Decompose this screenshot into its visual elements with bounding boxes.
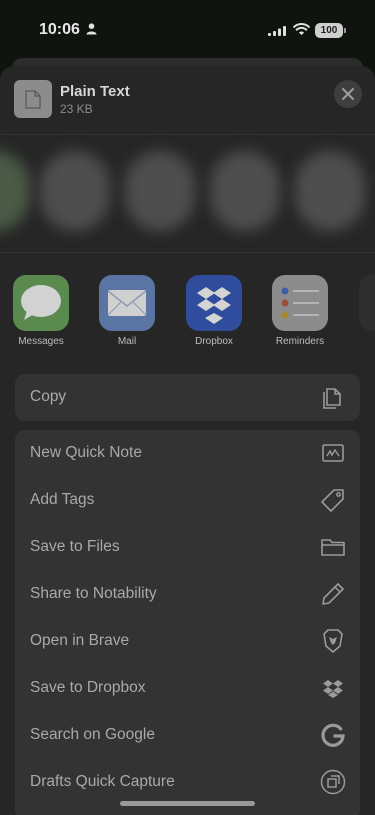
mail-app-icon [99, 275, 155, 331]
airdrop-contact[interactable] [40, 151, 110, 231]
wifi-icon [293, 23, 310, 35]
reminders-icon [281, 287, 319, 319]
messages-icon [21, 285, 61, 320]
action-label: Save to Files [30, 538, 120, 555]
dropbox-icon [323, 680, 343, 698]
app-label: Mail [117, 336, 137, 347]
reminders-app-icon [272, 275, 328, 331]
app-reminders[interactable]: Reminders [260, 275, 340, 347]
action-add-tags[interactable]: Add Tags [15, 477, 360, 524]
airdrop-contact[interactable] [0, 151, 30, 231]
action-copy[interactable]: Copy [15, 374, 360, 421]
share-sheet: Plain Text 23 KB Messages Mail Dropbox R… [0, 66, 375, 815]
app-label: Pe [347, 336, 375, 347]
document-icon [25, 90, 41, 109]
airdrop-contact[interactable] [125, 151, 195, 231]
home-indicator[interactable] [120, 801, 255, 806]
action-label: New Quick Note [30, 444, 142, 461]
app-partial[interactable]: Pe [347, 275, 375, 347]
action-label: Copy [30, 388, 67, 405]
quick-note-icon [322, 444, 344, 462]
action-label: Search on Google [30, 726, 155, 743]
close-button[interactable] [334, 80, 362, 108]
action-label: Open in Brave [30, 632, 130, 649]
copy-action-group: Copy [15, 374, 360, 421]
app-label: Dropbox [195, 336, 233, 347]
share-apps-row: Messages Mail Dropbox Reminders [0, 252, 375, 353]
drafts-icon [320, 769, 346, 795]
file-size: 23 KB [60, 102, 93, 116]
battery-tip [344, 28, 346, 33]
cellular-signal-icon [268, 26, 286, 36]
app-label: Reminders [275, 336, 325, 347]
google-icon [321, 723, 345, 747]
action-save-to-files[interactable]: Save to Files [15, 524, 360, 571]
app-dropbox[interactable]: Dropbox [174, 275, 254, 347]
action-open-in-brave[interactable]: Open in Brave [15, 618, 360, 665]
dropbox-app-icon [186, 275, 242, 331]
brave-icon [323, 629, 343, 653]
action-label: Drafts Quick Capture [30, 773, 175, 790]
status-time: 10:06 [39, 21, 80, 38]
airdrop-contact[interactable] [295, 151, 365, 231]
app-mail[interactable]: Mail [87, 275, 167, 347]
tag-icon [321, 489, 344, 512]
airdrop-contact[interactable] [210, 151, 280, 231]
action-share-to-notability[interactable]: Share to Notability [15, 571, 360, 618]
status-bar: 10:06 100 [0, 0, 375, 60]
action-new-quick-note[interactable]: New Quick Note [15, 430, 360, 477]
mail-icon [107, 290, 147, 316]
messages-app-icon [13, 275, 69, 331]
file-name: Plain Text [60, 83, 130, 100]
action-save-to-dropbox[interactable]: Save to Dropbox [15, 665, 360, 712]
action-label: Save to Dropbox [30, 679, 146, 696]
folder-icon [321, 539, 345, 556]
file-header: Plain Text 23 KB [0, 66, 375, 135]
file-thumbnail [14, 80, 52, 118]
app-messages[interactable]: Messages [1, 275, 81, 347]
action-search-on-google[interactable]: Search on Google [15, 712, 360, 759]
airdrop-contacts-row[interactable] [0, 135, 375, 252]
close-icon [342, 88, 354, 100]
person-icon [86, 23, 97, 35]
app-label: Messages [18, 336, 64, 347]
battery-indicator: 100 [315, 23, 343, 38]
actions-group: New Quick Note Add Tags Save to Files Sh… [15, 430, 360, 815]
action-drafts-quick-capture[interactable]: Drafts Quick Capture [15, 759, 360, 806]
dropbox-icon [197, 287, 231, 324]
pencil-icon [322, 583, 344, 605]
action-label: Share to Notability [30, 585, 157, 602]
more-app-icon [359, 275, 375, 331]
action-label: Add Tags [30, 491, 95, 508]
copy-icon [323, 388, 341, 409]
